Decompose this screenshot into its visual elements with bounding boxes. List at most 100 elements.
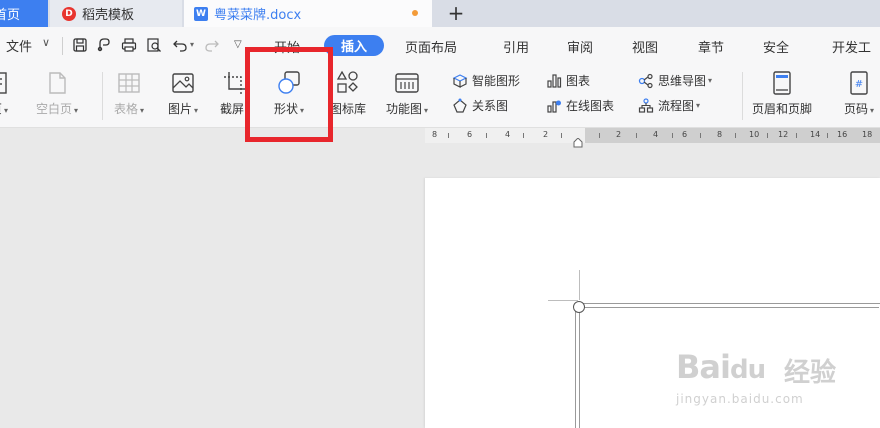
online-chart-label: 在线图表: [566, 99, 615, 113]
ruler-tick: [672, 133, 673, 138]
picture-icon: [170, 70, 196, 96]
unsaved-dot-icon: [412, 10, 418, 16]
cover-page-button[interactable]: 页▾: [0, 70, 12, 117]
header-footer-button[interactable]: 页眉和页脚: [752, 70, 812, 117]
redo-icon[interactable]: [204, 37, 220, 53]
tab-document[interactable]: W 粤菜菜牌.docx: [184, 0, 432, 27]
ribbon-insert: 页▾ 空白页▾ 表格▾ 图片▾ 截屏▾ 形状▾ 图标库: [0, 64, 880, 128]
page-number-button[interactable]: # 页码 ▾: [844, 70, 874, 117]
docer-icon: D: [62, 6, 76, 21]
watermark-brand: Baidu: [676, 348, 766, 386]
ruler-tick: [599, 133, 600, 138]
ruler-tick: [767, 133, 768, 138]
header-footer-icon: [769, 70, 795, 96]
relation-graph-button[interactable]: 关系图: [452, 97, 508, 114]
relation-graph-icon: [453, 98, 467, 113]
menu-tab-section[interactable]: 章节: [698, 37, 724, 56]
print-icon[interactable]: [121, 37, 137, 53]
ruler-tick: [561, 133, 562, 138]
smart-graphic-label: 智能图形: [472, 74, 521, 88]
menu-tab-developer[interactable]: 开发工: [832, 37, 871, 56]
ruler-text-area: [585, 128, 880, 143]
ruler-label: 4: [653, 130, 659, 139]
menu-file[interactable]: 文件: [6, 36, 32, 55]
icon-library-icon: [335, 70, 361, 96]
highlight-box: [245, 47, 333, 142]
icon-library-button[interactable]: 图标库: [330, 70, 366, 117]
cover-page-icon: [0, 70, 12, 96]
chart-button[interactable]: 图表: [546, 72, 590, 89]
watermark-cn: 经验: [784, 358, 837, 388]
crop-mark: [579, 270, 580, 300]
ruler-tick: [636, 133, 637, 138]
ruler-tick: [523, 133, 524, 138]
ruler-label: 6: [467, 130, 473, 139]
screenshot-label: 截屏: [220, 102, 245, 116]
tab-bar: 首页 D 稻壳模板 W 粤菜菜牌.docx +: [0, 0, 880, 27]
tab-home[interactable]: 首页: [0, 0, 48, 27]
online-chart-icon: [547, 100, 561, 113]
tab-template-label: 稻壳模板: [82, 8, 135, 23]
smart-graphic-icon: [452, 73, 468, 88]
flowchart-icon: [638, 97, 654, 113]
function-chart-label: 功能图: [386, 102, 423, 116]
watermark: Baidu 经验 jingyan.baidu.com: [676, 330, 846, 410]
ruler-label: 12: [778, 130, 789, 139]
writer-icon: W: [194, 6, 208, 21]
table-label: 表格: [114, 102, 139, 116]
ruler-label: 10: [749, 130, 760, 139]
function-chart-icon: [394, 70, 420, 96]
menu-tab-view[interactable]: 视图: [632, 37, 658, 56]
flowchart-label: 流程图: [658, 99, 695, 113]
ruler-label: 8: [717, 130, 723, 139]
flowchart-button[interactable]: 流程图 ▾: [638, 97, 700, 114]
print-preview-icon[interactable]: [146, 37, 162, 53]
tab-home-label: 首页: [0, 8, 21, 23]
blank-page-button[interactable]: 空白页 ▾: [36, 70, 78, 117]
svg-text:#: #: [855, 79, 863, 90]
menu-tab-security[interactable]: 安全: [763, 37, 789, 56]
mind-map-button[interactable]: 思维导图 ▾: [638, 72, 712, 89]
ruler-label: 4: [505, 130, 511, 139]
shape-handle[interactable]: [573, 301, 585, 313]
menu-tab-references[interactable]: 引用: [503, 37, 529, 56]
blank-page-label: 空白页: [36, 102, 73, 116]
page-number-icon: #: [846, 70, 872, 96]
ruler-label: 2: [543, 130, 549, 139]
chevron-down-icon[interactable]: ∨: [42, 36, 50, 49]
ruler-tick: [700, 133, 701, 138]
ruler-label: 8: [432, 130, 438, 139]
undo-icon[interactable]: [172, 37, 188, 53]
export-pdf-icon[interactable]: [96, 37, 112, 53]
smart-graphic-button[interactable]: 智能图形: [452, 72, 520, 89]
mind-map-icon: [638, 73, 653, 88]
divider: [742, 72, 743, 120]
chart-icon: [547, 73, 562, 88]
online-chart-button[interactable]: 在线图表: [546, 97, 614, 114]
crop-mark: [548, 300, 578, 301]
menu-tab-review[interactable]: 审阅: [567, 37, 593, 56]
function-chart-button[interactable]: 功能图 ▾: [386, 70, 428, 117]
ruler-label: 2: [616, 130, 622, 139]
ruler-label: 14: [810, 130, 821, 139]
mind-map-label: 思维导图: [658, 74, 707, 88]
ruler-tick: [827, 133, 828, 138]
chart-label: 图表: [566, 74, 591, 88]
indent-marker-icon[interactable]: [573, 138, 583, 148]
divider: [102, 72, 103, 120]
header-footer-label: 页眉和页脚: [752, 102, 813, 116]
ruler-tick: [796, 133, 797, 138]
table-button[interactable]: 表格 ▾: [114, 70, 144, 117]
ruler-tick: [735, 133, 736, 138]
ruler-tick: [486, 133, 487, 138]
ruler-tick: [448, 133, 449, 138]
watermark-url: jingyan.baidu.com: [676, 392, 804, 406]
save-icon[interactable]: [72, 37, 88, 53]
menu-tab-page-layout[interactable]: 页面布局: [405, 37, 457, 56]
picture-button[interactable]: 图片 ▾: [168, 70, 198, 117]
horizontal-ruler[interactable]: 8 6 4 2 2 4 6 8 10 12 14 16 18: [425, 128, 880, 143]
picture-label: 图片: [168, 102, 193, 116]
new-tab-button[interactable]: +: [444, 1, 468, 25]
menu-tab-insert[interactable]: 插入: [324, 35, 384, 56]
tab-docer-template[interactable]: D 稻壳模板: [50, 0, 182, 27]
